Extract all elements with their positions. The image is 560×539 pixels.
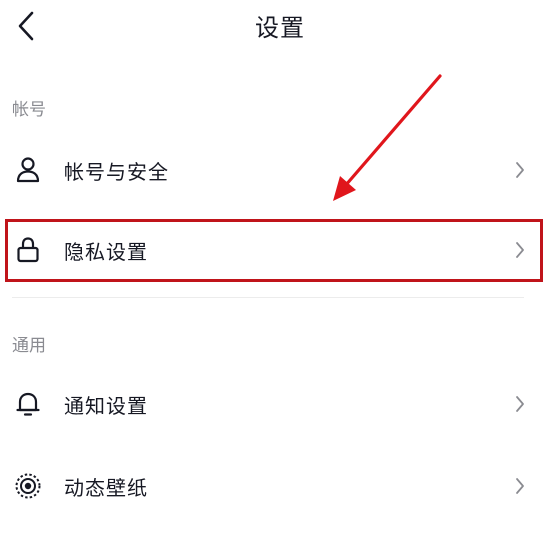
settings-item-label: 隐私设置	[64, 239, 148, 264]
settings-item-label: 帐号与安全	[64, 159, 169, 184]
section-label-general: 通用	[12, 336, 46, 356]
chevron-right-icon	[512, 160, 528, 180]
page-title: 设置	[255, 14, 305, 42]
chevron-right-icon	[512, 476, 528, 496]
settings-item-privacy[interactable]: 隐私设置	[0, 222, 550, 278]
lock-icon	[13, 235, 43, 265]
bell-icon	[13, 389, 43, 419]
settings-item-label: 通知设置	[64, 393, 148, 418]
settings-item-label: 动态壁纸	[64, 475, 148, 500]
header: 设置	[0, 0, 560, 60]
settings-item-account-security[interactable]: 帐号与安全	[0, 142, 550, 198]
user-icon	[13, 155, 43, 185]
chevron-right-icon	[512, 240, 528, 260]
section-label-account: 帐号	[12, 100, 46, 120]
settings-item-notifications[interactable]: 通知设置	[0, 376, 550, 432]
live-wallpaper-icon	[13, 471, 43, 501]
section-divider	[12, 297, 524, 298]
settings-item-live-wallpaper[interactable]: 动态壁纸	[0, 458, 550, 514]
chevron-right-icon	[512, 394, 528, 414]
